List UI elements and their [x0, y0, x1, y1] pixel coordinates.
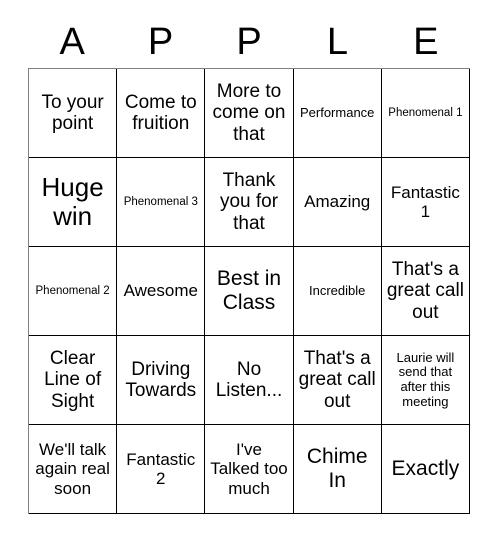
bingo-cell-r1c1[interactable]: To your point — [29, 69, 118, 158]
bingo-cell-r5c1[interactable]: We'll talk again real soon — [29, 425, 118, 514]
bingo-cell-r4c3[interactable]: No Listen... — [205, 336, 294, 425]
bingo-cell-r4c2[interactable]: Driving Towards — [117, 336, 206, 425]
bingo-cell-r3c1[interactable]: Phenomenal 2 — [29, 247, 118, 336]
bingo-cell-r3c2[interactable]: Awesome — [117, 247, 206, 336]
bingo-cell-r2c2[interactable]: Phenomenal 3 — [117, 158, 206, 247]
bingo-card: A P P L E To your point Come to fruition… — [0, 0, 500, 544]
bingo-cell-r5c3[interactable]: I've Talked too much — [205, 425, 294, 514]
bingo-cell-r3c3[interactable]: Best in Class — [205, 247, 294, 336]
bingo-cell-r4c4[interactable]: That's a great call out — [293, 336, 382, 425]
bingo-cell-r4c5[interactable]: Laurie will send that after this meeting — [381, 336, 470, 425]
header-letter-2: P — [147, 21, 174, 63]
bingo-cell-r5c5[interactable]: Exactly — [381, 425, 470, 514]
header-letter-1: A — [59, 21, 85, 63]
bingo-cell-r2c5[interactable]: Fantastic 1 — [381, 158, 470, 247]
bingo-cell-r1c2[interactable]: Come to fruition — [117, 69, 206, 158]
bingo-cell-r1c5[interactable]: Phenomenal 1 — [381, 69, 470, 158]
bingo-cell-r5c4[interactable]: Chime In — [293, 425, 382, 514]
bingo-grid: To your point Come to fruition More to c… — [28, 68, 470, 514]
bingo-cell-r1c3[interactable]: More to come on that — [205, 69, 294, 158]
bingo-cell-r3c4[interactable]: Incredible — [293, 247, 382, 336]
header-letter-3: P — [236, 21, 262, 63]
bingo-cell-r2c3[interactable]: Thank you for that — [205, 158, 294, 247]
bingo-cell-r3c5[interactable]: That's a great call out — [381, 247, 470, 336]
header-letter-4: L — [326, 21, 348, 63]
bingo-cell-r2c1[interactable]: Huge win — [29, 158, 118, 247]
bingo-cell-r5c2[interactable]: Fantastic 2 — [117, 425, 206, 514]
header-letter-5: E — [413, 21, 439, 63]
bingo-cell-r2c4[interactable]: Amazing — [293, 158, 382, 247]
bingo-header-row: A P P L E — [28, 16, 470, 68]
bingo-cell-r1c4[interactable]: Performance — [293, 69, 382, 158]
bingo-cell-r4c1[interactable]: Clear Line of Sight — [29, 336, 118, 425]
